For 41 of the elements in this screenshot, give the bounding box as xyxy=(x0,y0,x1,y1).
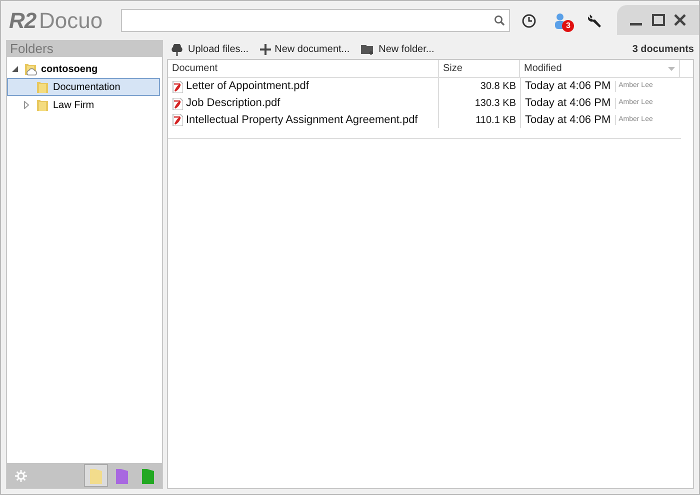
size-cell-text: 30.8 KB xyxy=(479,80,517,94)
document-count: 3 documents xyxy=(632,43,694,57)
close-icon[interactable] xyxy=(674,14,686,26)
folder-icon xyxy=(360,44,375,55)
sort-arrow-icon xyxy=(668,66,675,70)
search-icon xyxy=(494,15,506,26)
logo-name: Docuo xyxy=(39,7,103,35)
pdf-file-icon xyxy=(172,114,183,126)
expanded-arrow-icon[interactable] xyxy=(12,66,18,72)
file-name[interactable]: Letter of Appointment.pdf xyxy=(186,78,309,95)
tree-item[interactable]: Law Firm xyxy=(7,96,160,114)
size-cell-text: 110.1 KB xyxy=(474,114,517,128)
cloud-folder-icon xyxy=(24,62,37,76)
file-name[interactable]: Job Description.pdf xyxy=(186,95,280,112)
folder-icon xyxy=(36,98,49,112)
toolbar-button[interactable]: New document... xyxy=(260,42,350,57)
modified-time: Today at 4:06 PM xyxy=(525,96,611,112)
folder-icon xyxy=(36,80,49,94)
column-header[interactable]: Document xyxy=(168,60,439,77)
size-cell-text: 130.3 KB xyxy=(474,97,517,111)
tree-item[interactable]: contosoeng xyxy=(7,60,160,78)
logo-mark: R2 xyxy=(9,7,36,35)
collapsed-arrow-icon[interactable] xyxy=(24,101,29,109)
file-name[interactable]: Intellectual Property Assignment Agreement.pdf xyxy=(186,112,418,128)
maximize-icon[interactable] xyxy=(652,14,665,26)
clock-icon[interactable] xyxy=(522,14,536,28)
column-header[interactable]: Modified xyxy=(520,60,680,77)
tree-item[interactable]: Documentation xyxy=(7,78,160,96)
column-header[interactable]: Size xyxy=(439,60,520,77)
pdf-file-icon xyxy=(172,98,183,110)
folder-color-button[interactable] xyxy=(84,464,108,487)
toolbar-button[interactable]: Upload files... xyxy=(170,42,249,57)
plus-icon xyxy=(260,44,271,55)
wrench-icon[interactable] xyxy=(588,13,604,28)
modified-time: Today at 4:06 PM xyxy=(525,112,611,128)
search-field[interactable] xyxy=(120,9,510,32)
notification-badge: 3 xyxy=(562,20,574,32)
sidebar-header: Folders xyxy=(7,41,162,57)
modified-time: Today at 4:06 PM xyxy=(525,79,611,94)
toolbar-button[interactable]: New folder... xyxy=(360,42,434,57)
pdf-file-icon xyxy=(172,80,183,92)
